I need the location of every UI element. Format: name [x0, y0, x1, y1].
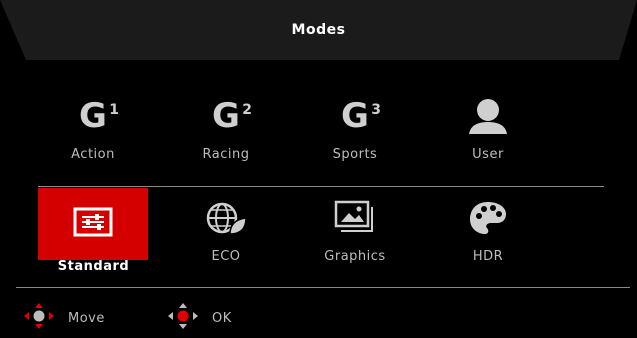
osd-panel: Modes G1 Action G2 Racing G3 Sports User: [0, 0, 637, 338]
footer-move: Move: [22, 303, 105, 333]
g3-icon: G3: [341, 96, 381, 136]
mode-label: ECO: [211, 249, 241, 264]
user-icon: [433, 96, 543, 136]
mode-graphics[interactable]: Graphics: [300, 188, 410, 284]
move-label: Move: [68, 310, 105, 326]
mode-user[interactable]: User: [433, 86, 543, 182]
ok-label: OK: [212, 310, 232, 326]
mode-sports[interactable]: G3 Sports: [300, 86, 410, 182]
mode-label: Sports: [332, 147, 378, 162]
row-divider: [38, 186, 604, 187]
eco-globe-icon: [171, 198, 281, 238]
mode-label: User: [472, 147, 504, 162]
dpad-ok-icon: [166, 303, 200, 333]
palette-icon: [433, 198, 543, 238]
mode-label-standard: Standard: [57, 259, 130, 274]
footer-ok: OK: [166, 303, 232, 333]
osd-header: Modes: [0, 0, 637, 60]
mode-action[interactable]: G1 Action: [38, 86, 148, 182]
mode-standard[interactable]: [38, 188, 148, 260]
g2-icon: G2: [212, 96, 252, 136]
mode-racing[interactable]: G2 Racing: [171, 86, 281, 182]
mode-label: Racing: [202, 147, 250, 162]
mode-eco[interactable]: ECO: [171, 188, 281, 284]
mode-hdr[interactable]: HDR: [433, 188, 543, 284]
footer-divider: [16, 287, 630, 288]
mode-label: HDR: [472, 249, 504, 264]
g1-icon: G1: [79, 96, 119, 136]
sliders-icon: [38, 202, 148, 242]
picture-icon: [300, 198, 410, 238]
osd-title: Modes: [291, 22, 346, 38]
mode-label: Graphics: [324, 249, 386, 264]
mode-label: Action: [71, 147, 115, 162]
dpad-move-icon: [22, 303, 56, 333]
